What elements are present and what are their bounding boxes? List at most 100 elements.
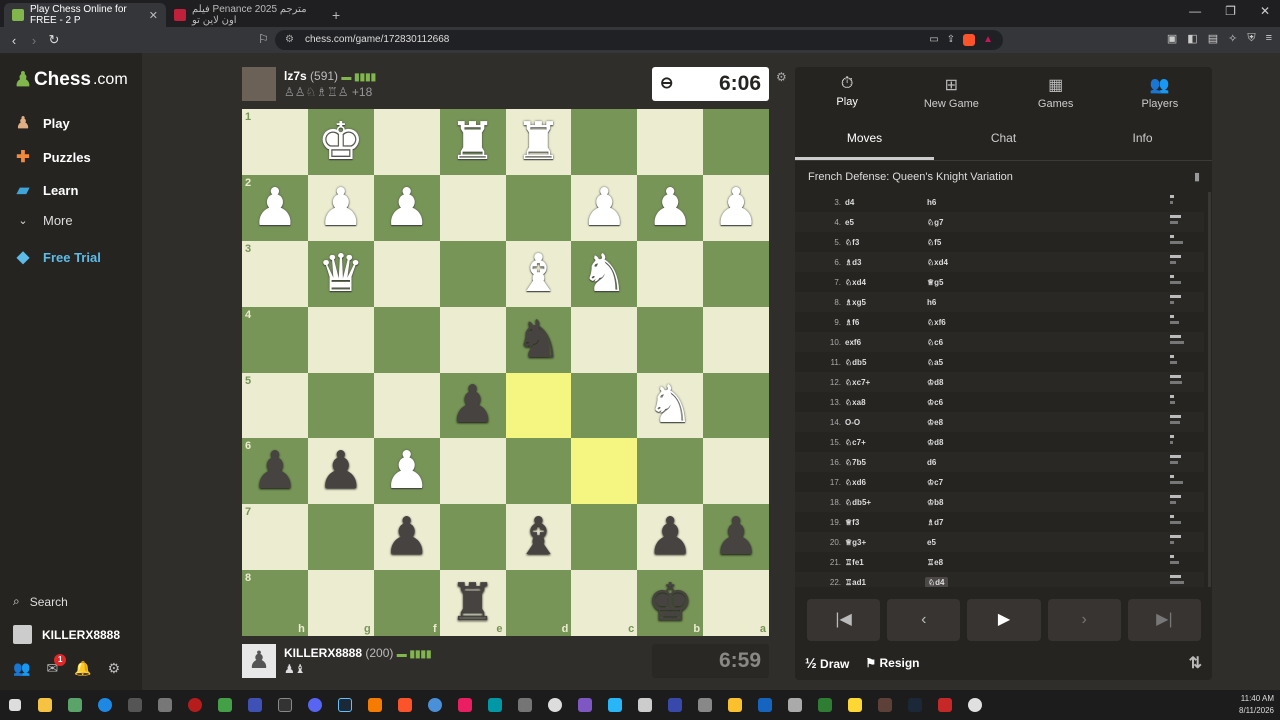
- chess-logo[interactable]: ♟ Chess .com: [14, 67, 128, 92]
- board-square[interactable]: ♟: [439, 372, 506, 439]
- white-pawn-piece[interactable]: ♟: [647, 182, 694, 234]
- white-pawn-piece[interactable]: ♟: [252, 182, 299, 234]
- maximize-icon[interactable]: ❐: [1225, 4, 1236, 18]
- app-icon[interactable]: [240, 690, 270, 720]
- black-pawn-piece[interactable]: ♟: [647, 511, 694, 563]
- app-icon[interactable]: [420, 690, 450, 720]
- board-square[interactable]: [571, 504, 638, 571]
- system-tray[interactable]: 11:40 AM 8/11/2026: [1239, 693, 1274, 717]
- black-move[interactable]: ♘c6: [927, 338, 943, 347]
- board-square[interactable]: 1: [242, 109, 308, 175]
- app-icon[interactable]: [540, 690, 570, 720]
- move-list[interactable]: 3. d4 h6 4. e5 ♘g7 5. ♘f3 ♘f5 6. ♗d3 ♘xd4 7. ♘xd4 ♕g5 8…: [795, 192, 1204, 587]
- board-square[interactable]: ♞: [505, 306, 572, 373]
- white-move[interactable]: ♕f3: [845, 518, 859, 527]
- board-square[interactable]: ♟: [373, 174, 440, 241]
- brave-rewards-icon[interactable]: ▲: [983, 30, 993, 50]
- board-square[interactable]: ♝: [505, 240, 572, 307]
- white-move[interactable]: ♖ad1: [845, 578, 866, 587]
- app-icon[interactable]: [180, 690, 210, 720]
- white-move[interactable]: O-O: [845, 418, 860, 427]
- white-king-piece[interactable]: ♚: [318, 116, 365, 168]
- messages-icon[interactable]: ✉ 1: [46, 654, 67, 677]
- app-icon[interactable]: [570, 690, 600, 720]
- white-bishop-piece[interactable]: ♝: [515, 248, 562, 300]
- app-icon[interactable]: [780, 690, 810, 720]
- previous-move-button[interactable]: ‹: [887, 599, 961, 641]
- board-square[interactable]: ♟: [703, 174, 769, 241]
- black-move[interactable]: ♘g7: [927, 218, 944, 227]
- subtab-moves[interactable]: Moves: [795, 119, 934, 160]
- board-square[interactable]: [571, 109, 638, 175]
- sidebar-item-play[interactable]: ♟ Play: [13, 113, 70, 133]
- board-settings-gear-icon[interactable]: ⚙: [776, 70, 787, 84]
- board-square[interactable]: ♟: [307, 174, 374, 241]
- black-knight-piece[interactable]: ♞: [515, 314, 562, 366]
- last-move-button[interactable]: ▶|: [1127, 599, 1202, 641]
- menu-icon[interactable]: ≡: [1266, 32, 1272, 45]
- board-square[interactable]: ♞: [571, 240, 638, 307]
- black-move[interactable]: h6: [927, 198, 936, 207]
- brave-icon[interactable]: [390, 690, 420, 720]
- board-square[interactable]: ♟: [373, 504, 440, 571]
- cast-icon[interactable]: ▭: [929, 30, 938, 50]
- player-avatar[interactable]: ♟: [242, 644, 276, 678]
- board-square[interactable]: [703, 306, 769, 373]
- white-move[interactable]: e5: [845, 218, 854, 227]
- board-square[interactable]: [439, 174, 506, 241]
- share-icon[interactable]: ⇪: [947, 30, 955, 50]
- black-move[interactable]: ♗d7: [927, 518, 944, 527]
- white-move[interactable]: ♘f3: [845, 238, 859, 247]
- board-square[interactable]: a: [703, 570, 769, 636]
- board-square[interactable]: [571, 438, 638, 505]
- next-move-button[interactable]: ›: [1047, 599, 1121, 641]
- white-move[interactable]: ♘xd6: [845, 478, 866, 487]
- close-window-icon[interactable]: ✕: [1260, 4, 1270, 18]
- board-square[interactable]: [439, 306, 506, 373]
- white-pawn-piece[interactable]: ♟: [581, 182, 628, 234]
- app-icon[interactable]: [150, 690, 180, 720]
- sidebar-item-learn[interactable]: ▰ Learn: [13, 180, 79, 200]
- board-square[interactable]: ♝: [505, 504, 572, 571]
- reload-icon[interactable]: ↻: [44, 32, 64, 48]
- app-icon[interactable]: [750, 690, 780, 720]
- discord-icon[interactable]: [300, 690, 330, 720]
- app-icon[interactable]: [720, 690, 750, 720]
- board-square[interactable]: ♛: [307, 240, 374, 307]
- board-square[interactable]: [637, 109, 704, 175]
- forward-icon[interactable]: ›: [24, 33, 44, 48]
- black-pawn-piece[interactable]: ♟: [449, 379, 496, 431]
- opponent-avatar[interactable]: [242, 67, 276, 101]
- board-square[interactable]: [505, 372, 572, 439]
- new-tab-icon[interactable]: +: [332, 3, 340, 27]
- white-move[interactable]: ♘db5: [845, 358, 866, 367]
- board-square[interactable]: [439, 504, 506, 571]
- app-icon[interactable]: [480, 690, 510, 720]
- white-rook-piece[interactable]: ♜: [515, 116, 562, 168]
- white-move[interactable]: exf6: [845, 338, 861, 347]
- sidebar-item-puzzles[interactable]: ✚ Puzzles: [13, 147, 90, 167]
- app-icon[interactable]: [840, 690, 870, 720]
- white-knight-piece[interactable]: ♞: [647, 379, 694, 431]
- board-square[interactable]: ♟: [373, 438, 440, 505]
- bell-icon[interactable]: 🔔: [74, 660, 91, 677]
- app-icon[interactable]: [450, 690, 480, 720]
- white-move[interactable]: ♗d3: [845, 258, 862, 267]
- board-square[interactable]: d: [505, 570, 572, 636]
- white-pawn-piece[interactable]: ♟: [383, 182, 430, 234]
- white-knight-piece[interactable]: ♞: [581, 248, 628, 300]
- app-icon[interactable]: [510, 690, 540, 720]
- board-square[interactable]: [637, 240, 704, 307]
- draw-button[interactable]: ½ Draw: [805, 655, 849, 671]
- white-move[interactable]: d4: [845, 198, 854, 207]
- sidebar-user[interactable]: KILLERX8888: [13, 625, 120, 644]
- app-icon[interactable]: [60, 690, 90, 720]
- board-square[interactable]: 8h: [242, 570, 308, 636]
- app-icon[interactable]: [870, 690, 900, 720]
- app-icon[interactable]: [630, 690, 660, 720]
- first-move-button[interactable]: |◀: [807, 599, 881, 641]
- sidebar-item-free-trial[interactable]: ◆ Free Trial: [13, 247, 101, 267]
- vpn-icon[interactable]: ⛨: [1247, 32, 1255, 45]
- black-rook-piece[interactable]: ♜: [449, 577, 496, 629]
- black-move[interactable]: ♘a5: [927, 358, 943, 367]
